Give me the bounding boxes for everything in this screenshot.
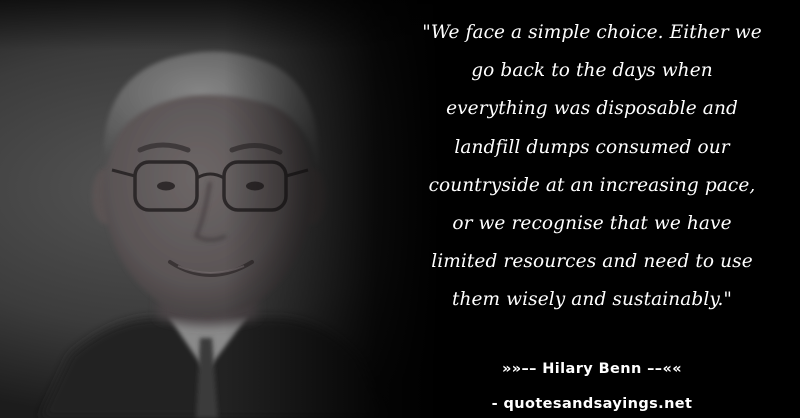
quote-card: "We face a simple choice. Either we go b… <box>0 0 800 418</box>
quote-text: "We face a simple choice. Either we go b… <box>422 22 762 311</box>
quote-author: »»–– Hilary Benn ––«« <box>501 361 682 377</box>
quote-source: - quotesandsayings.net <box>491 396 693 412</box>
quote-panel: "We face a simple choice. Either we go b… <box>418 14 766 320</box>
